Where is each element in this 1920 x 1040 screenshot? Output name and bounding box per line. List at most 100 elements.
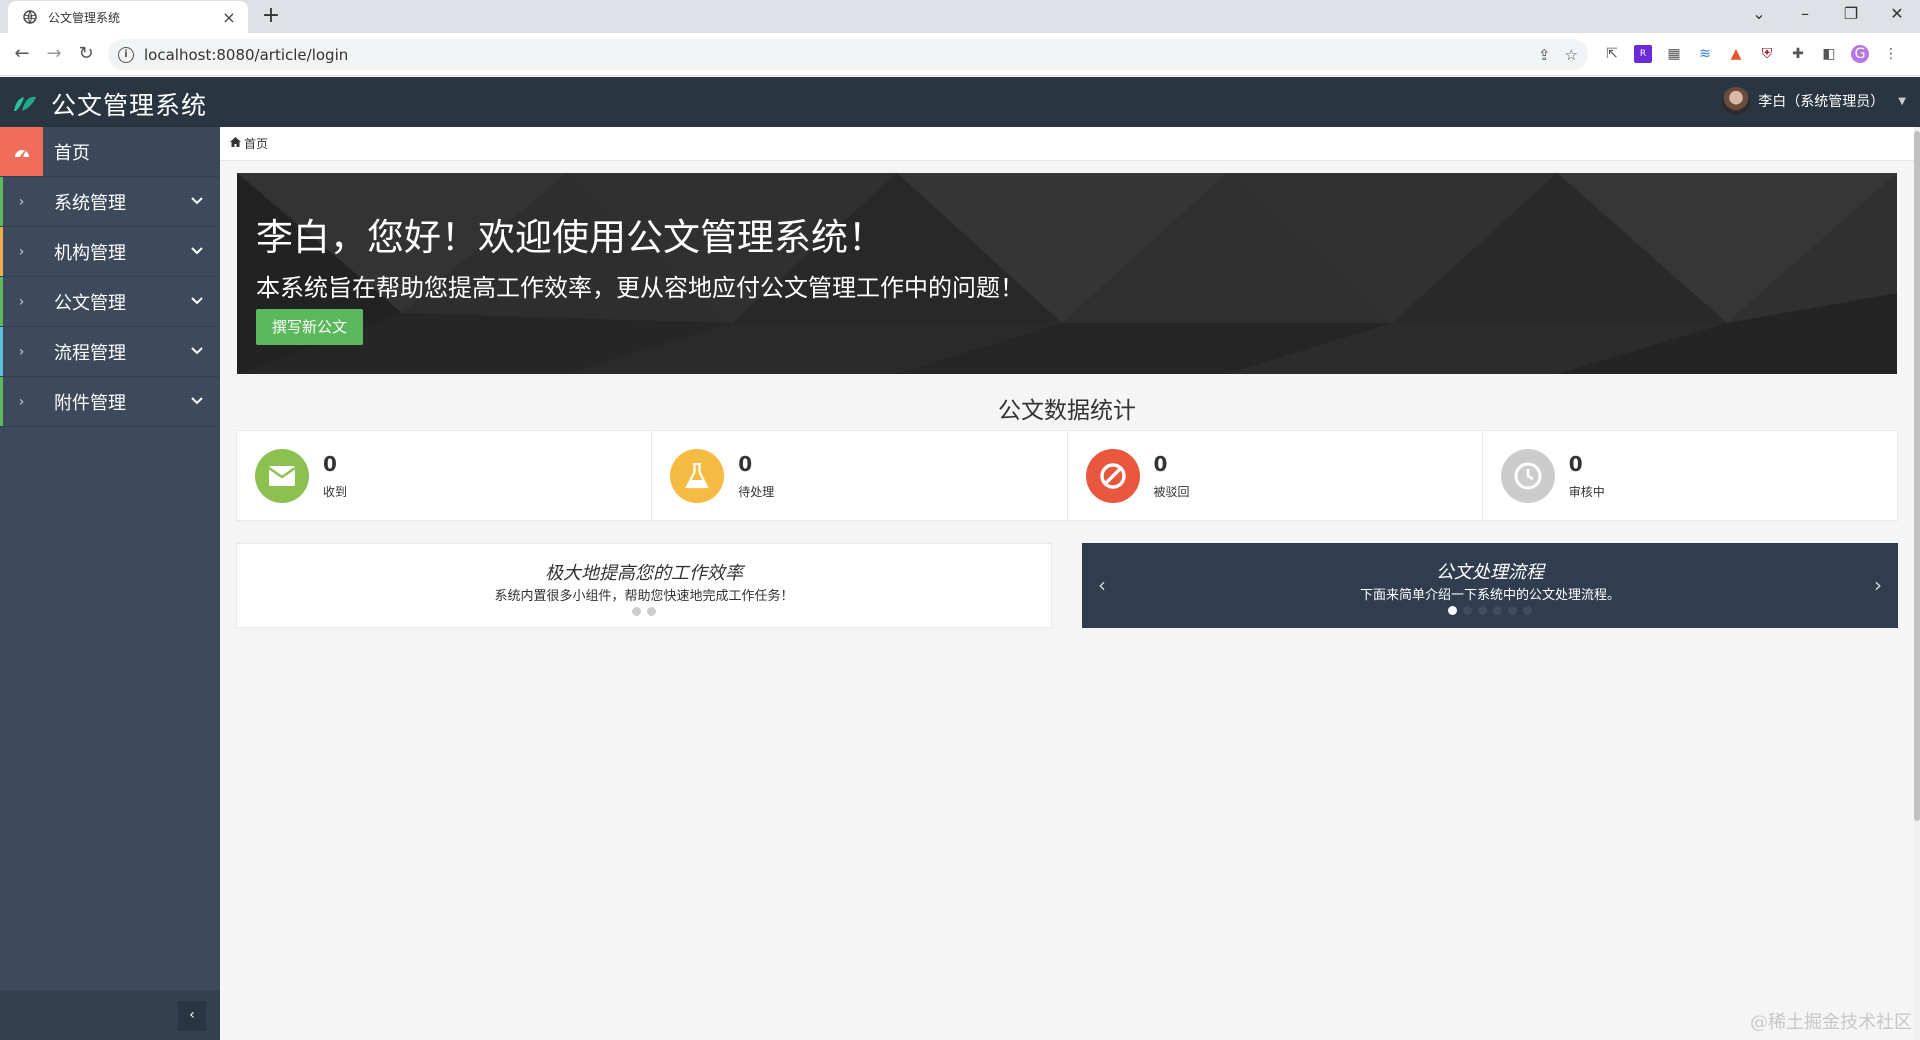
extension-fire-icon[interactable]: ▲ — [1727, 45, 1745, 63]
carousel-indicators — [1082, 606, 1898, 615]
item-accent-bar — [0, 377, 3, 426]
tab-title: 公文管理系统 — [48, 10, 121, 25]
item-accent-bar — [0, 227, 3, 276]
url-text: localhost:8080/article/login — [144, 45, 349, 64]
breadcrumb: 首页 — [220, 127, 1914, 161]
item-accent-bar — [0, 277, 3, 326]
back-icon[interactable]: ← — [8, 41, 36, 69]
carousel-dot[interactable] — [1463, 606, 1472, 615]
carousel-title: 极大地提高您的工作效率 — [545, 563, 743, 584]
restore-icon[interactable]: ❐ — [1828, 0, 1874, 30]
extension-grid-icon[interactable]: ▦ — [1665, 45, 1683, 63]
chevron-right-icon: › — [18, 293, 25, 310]
ban-icon — [1085, 449, 1140, 503]
chevron-right-icon: › — [18, 393, 25, 410]
workflow-carousel: ‹ 公文处理流程 下面来简单介绍一下系统中的公文处理流程。 › — [1082, 543, 1898, 628]
reload-icon[interactable]: ↻ — [72, 41, 100, 69]
forward-icon[interactable]: → — [40, 41, 68, 69]
sidebar-item-attachment[interactable]: › 附件管理 — [0, 377, 220, 427]
carousel-dot[interactable] — [1493, 606, 1502, 615]
sidebar-item-label: 机构管理 — [54, 242, 126, 264]
stat-value: 0 — [1568, 452, 1583, 476]
main-content: 首页 李白，您好！欢迎使用公文管理系统！ 本系统旨在帮助您提高工作效率，更从容地… — [220, 127, 1914, 1040]
carousel-dot[interactable] — [1478, 606, 1487, 615]
globe-icon — [22, 9, 38, 25]
item-accent-bar — [0, 327, 3, 376]
carousel-dot[interactable] — [1523, 606, 1532, 615]
stat-value: 0 — [323, 452, 337, 476]
efficiency-carousel: 极大地提高您的工作效率 系统内置很多小组件，帮助您快速地完成工作任务！ — [236, 543, 1052, 628]
watermark: @稀土掘金技术社区 — [1750, 1012, 1912, 1033]
sidebar-item-workflow[interactable]: › 流程管理 — [0, 327, 220, 377]
welcome-subtitle: 本系统旨在帮助您提高工作效率，更从容地应付公文管理工作中的问题！ — [256, 274, 1024, 302]
sidebar-item-home[interactable]: 首页 — [0, 127, 220, 177]
sidebar-item-label: 公文管理 — [54, 292, 126, 314]
browser-tab-bar: 公文管理系统 × + ⌄ – ❐ ✕ — [0, 0, 1920, 33]
chevron-down-icon — [191, 347, 203, 355]
carousel-description: 下面来简单介绍一下系统中的公文处理流程。 — [1359, 588, 1620, 603]
sidebar-item-document[interactable]: › 公文管理 — [0, 277, 220, 327]
sidebar-footer: ‹ — [0, 990, 220, 1040]
caret-down-icon[interactable]: ▼ — [1898, 96, 1906, 107]
address-bar: ← → ↻ i localhost:8080/article/login ⇪ ☆… — [0, 33, 1920, 76]
close-window-icon[interactable]: ✕ — [1874, 0, 1920, 30]
user-menu[interactable]: 李白（系统管理员） ▼ — [1722, 87, 1906, 115]
logo-leaf-icon — [14, 96, 36, 111]
carousel-description: 系统内置很多小组件，帮助您快速地完成工作任务！ — [494, 589, 794, 604]
app-header: 公文管理系统 李白（系统管理员） ▼ — [0, 77, 1920, 127]
page-scrollbar[interactable] — [1914, 131, 1920, 821]
stat-received[interactable]: 0 收到 — [237, 431, 653, 520]
extension-cursor-icon[interactable]: ⇱ — [1603, 45, 1621, 63]
info-icon[interactable]: i — [118, 46, 134, 63]
carousel-next-icon[interactable]: › — [1874, 573, 1882, 597]
extension-purple-icon[interactable]: R — [1634, 45, 1652, 63]
bookmark-star-icon[interactable]: ☆ — [1565, 46, 1578, 64]
tab-search-icon[interactable]: ⌄ — [1736, 0, 1782, 30]
stat-label: 审核中 — [1568, 485, 1605, 499]
app-title: 公文管理系统 — [51, 91, 208, 120]
tab-close-icon[interactable]: × — [220, 8, 238, 27]
profile-icon[interactable]: G — [1851, 45, 1869, 63]
carousel-dot[interactable] — [1448, 606, 1457, 615]
new-tab-button[interactable]: + — [258, 4, 284, 30]
menu-kebab-icon[interactable]: ⋮ — [1882, 45, 1900, 63]
carousel-dot[interactable] — [632, 607, 641, 616]
sidebar-item-label: 流程管理 — [54, 342, 126, 364]
sidebar-item-system[interactable]: › 系统管理 — [0, 177, 220, 227]
sidebar-item-label: 系统管理 — [54, 192, 126, 214]
sidebar-item-label: 首页 — [54, 142, 90, 164]
side-panel-icon[interactable]: ◧ — [1820, 45, 1838, 63]
carousel-indicators — [237, 607, 1051, 616]
stat-rejected[interactable]: 0 被驳回 — [1068, 431, 1483, 520]
clock-icon — [1500, 449, 1555, 503]
browser-tab[interactable]: 公文管理系统 × — [8, 1, 248, 33]
avatar[interactable] — [1722, 87, 1751, 115]
sidebar-item-organization[interactable]: › 机构管理 — [0, 227, 220, 277]
sidebar: 首页 › 系统管理 › 机构管理 › 公文管理 › 流程管理 › 附件管理 ‹ — [0, 127, 220, 1040]
chevron-down-icon — [191, 247, 203, 255]
write-new-document-button[interactable]: 撰写新公文 — [256, 309, 363, 345]
sidebar-item-label: 附件管理 — [54, 392, 126, 414]
stat-value: 0 — [1153, 452, 1168, 476]
extensions-puzzle-icon[interactable]: ✚ — [1789, 45, 1807, 63]
chevron-right-icon: › — [18, 193, 25, 210]
chevron-down-icon — [191, 297, 203, 305]
url-input[interactable]: i localhost:8080/article/login ⇪ ☆ — [108, 39, 1588, 70]
stat-label: 被驳回 — [1153, 485, 1190, 499]
flask-icon — [670, 449, 725, 503]
carousel-title: 公文处理流程 — [1436, 562, 1544, 583]
share-icon[interactable]: ⇪ — [1538, 46, 1551, 64]
stat-reviewing[interactable]: 0 审核中 — [1483, 431, 1897, 520]
chevron-right-icon: › — [18, 243, 25, 260]
stats-title: 公文数据统计 — [998, 398, 1136, 424]
minimize-icon[interactable]: – — [1782, 0, 1828, 30]
collapse-sidebar-button[interactable]: ‹ — [178, 1001, 206, 1031]
extension-shield-icon[interactable]: ⛨ — [1758, 45, 1776, 63]
chevron-down-icon — [191, 397, 203, 405]
carousel-dot[interactable] — [647, 607, 656, 616]
stat-pending[interactable]: 0 待处理 — [652, 431, 1068, 520]
extension-layers-icon[interactable]: ≋ — [1696, 45, 1714, 63]
carousel-dot[interactable] — [1508, 606, 1517, 615]
breadcrumb-home-link[interactable]: 首页 — [244, 135, 268, 152]
stat-label: 待处理 — [738, 485, 775, 499]
